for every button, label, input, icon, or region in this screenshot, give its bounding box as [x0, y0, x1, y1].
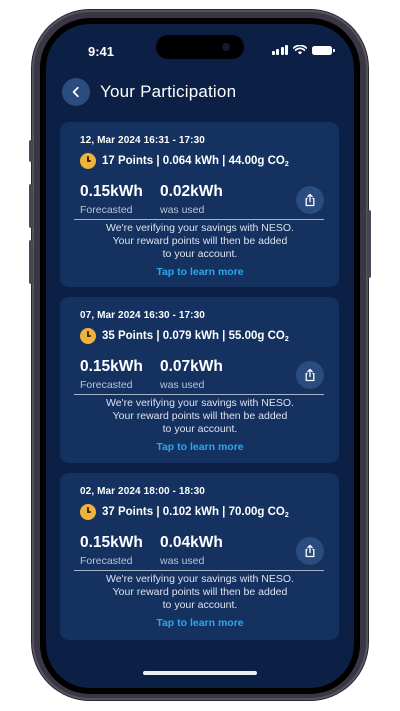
forecasted-value: 0.15kWh: [80, 183, 143, 200]
forecasted-label: Forecasted: [80, 555, 133, 567]
participation-card: 12, Mar 2024 16:31 - 17:30 17 Points | 0…: [60, 122, 339, 287]
page-header: Your Participation: [62, 76, 236, 108]
used-value: 0.02kWh: [160, 183, 223, 200]
used-label: was used: [160, 379, 205, 391]
volume-up-button: [29, 184, 33, 228]
clock-icon: [80, 504, 96, 520]
divider: [74, 570, 324, 571]
battery-icon: [312, 45, 335, 55]
points-summary: 37 Points | 0.102 kWh | 70.00g CO2: [102, 505, 289, 519]
cellular-signal-icon: [271, 45, 288, 55]
dynamic-island: [156, 35, 244, 59]
volume-down-button: [29, 240, 33, 284]
used-value: 0.07kWh: [160, 358, 223, 375]
verification-note: We're verifying your savings with NESO. …: [106, 222, 294, 260]
share-button[interactable]: [296, 186, 324, 214]
power-button: [367, 210, 371, 278]
page-title: Your Participation: [100, 82, 237, 101]
share-button[interactable]: [296, 537, 324, 565]
home-indicator[interactable]: [143, 671, 257, 675]
clock-icon: [80, 153, 96, 169]
back-button[interactable]: [62, 78, 90, 106]
event-date: 12, Mar 2024 16:31 - 17:30: [80, 135, 205, 146]
forecasted-label: Forecasted: [80, 379, 133, 391]
divider: [74, 394, 324, 395]
verification-note: We're verifying your savings with NESO. …: [106, 573, 294, 611]
app-screen: 9:41 Your Participation 12, Mar 2024 16:…: [46, 24, 354, 688]
status-bar: 9:41: [46, 24, 354, 68]
points-summary-row: 35 Points | 0.079 kWh | 55.00g CO2: [80, 328, 289, 344]
points-summary: 35 Points | 0.079 kWh | 55.00g CO2: [102, 329, 289, 343]
share-icon: [305, 544, 315, 558]
divider: [74, 219, 324, 220]
event-date: 07, Mar 2024 16:30 - 17:30: [80, 310, 205, 321]
used-label: was used: [160, 204, 205, 216]
learn-more-link[interactable]: Tap to learn more: [70, 266, 330, 278]
share-button[interactable]: [296, 361, 324, 389]
clock-icon: [80, 328, 96, 344]
points-summary-row: 37 Points | 0.102 kWh | 70.00g CO2: [80, 504, 289, 520]
verification-note: We're verifying your savings with NESO. …: [106, 397, 294, 435]
chevron-left-icon: [72, 86, 79, 98]
learn-more-link[interactable]: Tap to learn more: [70, 441, 330, 453]
used-value: 0.04kWh: [160, 534, 223, 551]
participation-card: 02, Mar 2024 18:00 - 18:30 37 Points | 0…: [60, 473, 339, 640]
mute-switch: [29, 140, 33, 162]
event-date: 02, Mar 2024 18:00 - 18:30: [80, 486, 205, 497]
used-label: was used: [160, 555, 205, 567]
learn-more-link[interactable]: Tap to learn more: [70, 617, 330, 629]
share-icon: [305, 368, 315, 382]
wifi-icon: [293, 45, 307, 55]
forecasted-value: 0.15kWh: [80, 358, 143, 375]
status-icons: [271, 45, 335, 55]
camera-icon: [222, 43, 230, 51]
points-summary-row: 17 Points | 0.064 kWh | 44.00g CO2: [80, 153, 289, 169]
points-summary: 17 Points | 0.064 kWh | 44.00g CO2: [102, 154, 289, 168]
participation-card: 07, Mar 2024 16:30 - 17:30 35 Points | 0…: [60, 297, 339, 463]
forecasted-value: 0.15kWh: [80, 534, 143, 551]
forecasted-label: Forecasted: [80, 204, 133, 216]
status-time: 9:41: [88, 44, 115, 59]
share-icon: [305, 193, 315, 207]
